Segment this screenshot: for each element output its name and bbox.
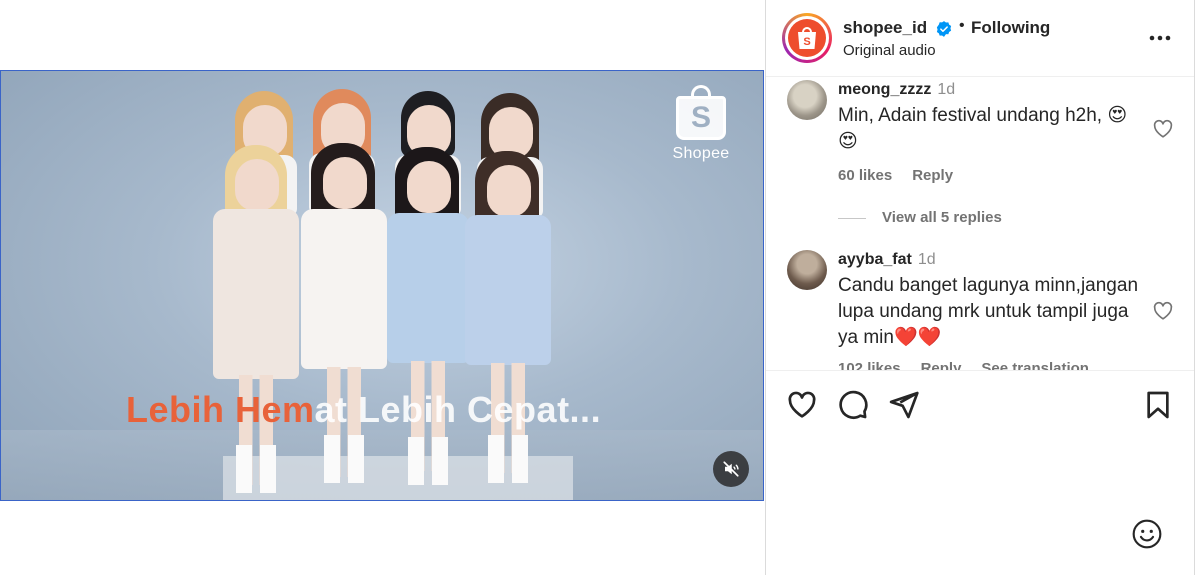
view-replies-text: View all 5 replies	[882, 209, 1002, 226]
comment-text: Candu banget lagunya minn,jangan lupa un…	[838, 275, 1139, 348]
comment-heart-icon[interactable]	[1152, 118, 1174, 140]
comment-likes[interactable]: 60 likes	[838, 167, 892, 184]
verified-badge-icon	[936, 21, 952, 37]
author-avatar[interactable]: S	[782, 13, 832, 63]
comment-time: 1d	[917, 251, 936, 268]
shopee-bag-icon: S	[676, 85, 726, 140]
heart-icon[interactable]	[786, 389, 818, 421]
post-panel: S shopee_id • Following Original audio m…	[765, 0, 1195, 575]
comment-time: 1d	[937, 81, 956, 98]
muted-speaker-icon	[723, 461, 739, 477]
comment-reply-button[interactable]: Reply	[912, 167, 953, 184]
replies-line	[838, 217, 866, 219]
comment-meta: 60 likes Reply	[838, 167, 973, 184]
following-button[interactable]: Following	[971, 18, 1050, 38]
bookmark-icon[interactable]	[1142, 389, 1174, 421]
comments-list[interactable]: meong_zzzz 1d Min, Adain festival undang …	[766, 78, 1194, 370]
caption-rest: at Lebih Cepat...	[314, 389, 602, 430]
header-separator: •	[959, 17, 965, 34]
view-replies-button[interactable]: View all 5 replies	[838, 209, 1002, 226]
audio-link[interactable]: Original audio	[843, 42, 936, 59]
more-icon[interactable]	[1146, 26, 1174, 50]
comment-heart-icon[interactable]	[1152, 300, 1174, 322]
share-icon[interactable]	[888, 389, 920, 421]
comment-likes[interactable]: 102 likes	[838, 360, 901, 370]
reel-video[interactable]: S Shopee Lebih Hemat Lebih Cepat...	[0, 70, 764, 501]
commenter-avatar[interactable]	[787, 80, 827, 120]
comment-reply-button[interactable]: Reply	[921, 360, 962, 370]
shopee-avatar-icon: S	[788, 19, 826, 57]
post-actions-bar	[766, 370, 1194, 440]
comment-meta: 102 likes Reply See translation	[838, 360, 1109, 370]
caption-highlight: Lebih Hem	[126, 389, 315, 430]
see-translation-button[interactable]: See translation	[981, 360, 1089, 370]
commenter-avatar[interactable]	[787, 250, 827, 290]
video-caption: Lebih Hemat Lebih Cepat...	[126, 389, 601, 431]
commenter-username[interactable]: ayyba_fat 1d	[838, 251, 936, 269]
comment-text: Min, Adain festival undang h2h, 😍😍	[838, 105, 1128, 152]
commenter-username-text: ayyba_fat	[838, 251, 912, 268]
shopee-bag-letter: S	[690, 101, 711, 134]
emoji-icon[interactable]	[1131, 518, 1163, 550]
post-header: S shopee_id • Following Original audio	[766, 0, 1194, 77]
mute-button[interactable]	[713, 451, 749, 487]
author-username[interactable]: shopee_id	[843, 18, 927, 38]
commenter-username[interactable]: meong_zzzz 1d	[838, 81, 955, 99]
media-area: S Shopee Lebih Hemat Lebih Cepat...	[0, 0, 766, 575]
shopee-wordmark: Shopee	[672, 145, 730, 162]
commenter-username-text: meong_zzzz	[838, 81, 932, 98]
avatar-letter: S	[803, 36, 810, 48]
shopee-logo: S Shopee	[669, 85, 733, 163]
comment-icon[interactable]	[837, 389, 869, 421]
